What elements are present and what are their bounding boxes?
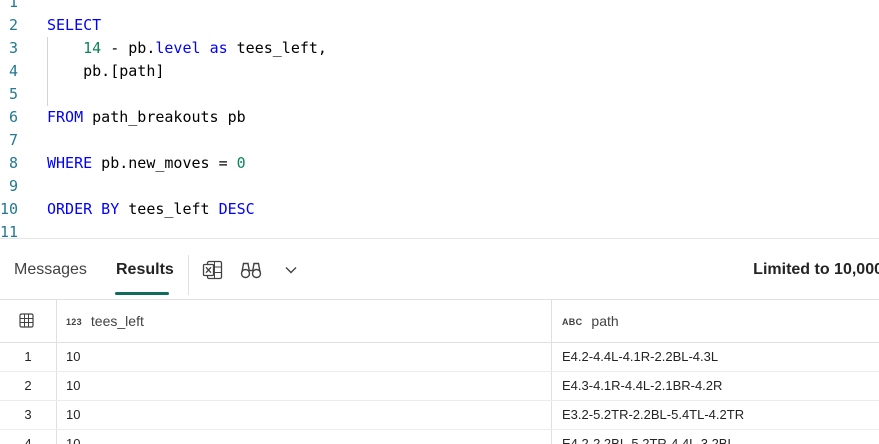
cell-path[interactable]: E4.2-2.2BL-5.2TR-4.4L-3.2BL: [562, 429, 735, 444]
text-token: pb.[path]: [47, 62, 165, 80]
cell-path[interactable]: E4.3-4.1R-4.4L-2.1BR-4.2R: [562, 371, 722, 400]
line-number: 11: [0, 223, 19, 238]
line-number: 2: [8, 16, 18, 34]
line-number: 6: [8, 108, 18, 126]
table-row[interactable]: 4 10 E4.2-2.2BL-5.2TR-4.4L-3.2BL: [0, 429, 879, 444]
line-number: 10: [0, 200, 19, 218]
row-limit-label: Limited to 10,000: [753, 261, 879, 278]
keyword-token: as: [209, 39, 228, 57]
cell-path[interactable]: E4.2-4.4L-4.1R-2.2BL-4.3L: [562, 342, 718, 371]
line-number: 3: [8, 39, 18, 57]
text-token: tees_left,: [227, 39, 327, 57]
line-number: 4: [8, 62, 18, 80]
table-row[interactable]: 1 10 E4.2-4.4L-4.1R-2.2BL-4.3L: [0, 342, 879, 372]
code-text: pb.[path]: [47, 60, 164, 83]
row-number[interactable]: 1: [0, 342, 56, 371]
grid-header: 123 tees_left ABC path: [0, 299, 879, 343]
cell-tees-left[interactable]: 10: [66, 400, 80, 429]
text-type-icon: ABC: [562, 317, 583, 327]
cell-path[interactable]: E3.2-5.2TR-2.2BL-5.4TL-4.2TR: [562, 400, 744, 429]
tab-results-indicator: [115, 292, 169, 295]
excel-export-icon[interactable]: [201, 258, 225, 282]
line-number: 9: [8, 177, 18, 195]
text-token: tees_left: [119, 200, 219, 218]
code-text: SELECT: [47, 14, 101, 37]
keyword-token: DESC: [218, 200, 255, 218]
line-number: 7: [8, 131, 18, 149]
cell-tees-left[interactable]: 10: [66, 342, 80, 371]
keyword-token: ORDER BY: [47, 200, 120, 218]
select-all-icon[interactable]: [18, 300, 36, 342]
code-text: 14 - pb.level as tees_left,: [47, 37, 327, 60]
cell-tees-left[interactable]: 10: [66, 371, 80, 400]
chevron-down-icon[interactable]: [279, 258, 303, 282]
keyword-token: WHERE: [47, 154, 93, 172]
toolbar-divider: [188, 255, 189, 295]
number-token: 0: [236, 154, 246, 172]
keyword-token: level: [155, 39, 201, 57]
keyword-token: SELECT: [47, 16, 102, 34]
row-number[interactable]: 4: [0, 429, 56, 444]
line-number: 1: [8, 0, 18, 11]
tab-results[interactable]: Results: [116, 239, 174, 300]
line-number: 5: [8, 85, 18, 103]
table-row[interactable]: 3 10 E3.2-5.2TR-2.2BL-5.4TL-4.2TR: [0, 400, 879, 430]
numeric-type-icon: 123: [66, 317, 82, 327]
column-header-label: path: [591, 313, 619, 329]
column-header-tees-left[interactable]: 123 tees_left: [66, 300, 144, 342]
text-token: path_breakouts pb: [83, 108, 246, 126]
text-token: pb.new_moves =: [92, 154, 237, 172]
column-header-label: tees_left: [90, 313, 144, 329]
row-number[interactable]: 2: [0, 371, 56, 400]
binoculars-icon[interactable]: [239, 258, 263, 282]
sql-editor[interactable]: 1 2 SELECT 3 14 - pb.level as tees_left, 4 p…: [0, 0, 879, 238]
number-token: 14: [83, 39, 102, 57]
results-grid: 123 tees_left ABC path 1 10 E4.2-4.4L-4.1R-2…: [0, 299, 879, 444]
row-number[interactable]: 3: [0, 400, 56, 429]
keyword-token: FROM: [47, 108, 84, 126]
code-text: ORDER BY tees_left DESC: [47, 198, 255, 221]
column-header-path[interactable]: ABC path: [562, 300, 619, 342]
code-text: FROM path_breakouts pb: [47, 106, 246, 129]
tab-messages[interactable]: Messages: [14, 239, 87, 300]
results-toolbar: Messages Results Limited to 10,000: [0, 238, 879, 300]
code-text: WHERE pb.new_moves = 0: [47, 152, 246, 175]
line-number: 8: [8, 154, 18, 172]
cell-tees-left[interactable]: 10: [66, 429, 80, 444]
text-token: - pb.: [101, 39, 156, 57]
table-row[interactable]: 2 10 E4.3-4.1R-4.4L-2.1BR-4.2R: [0, 371, 879, 401]
